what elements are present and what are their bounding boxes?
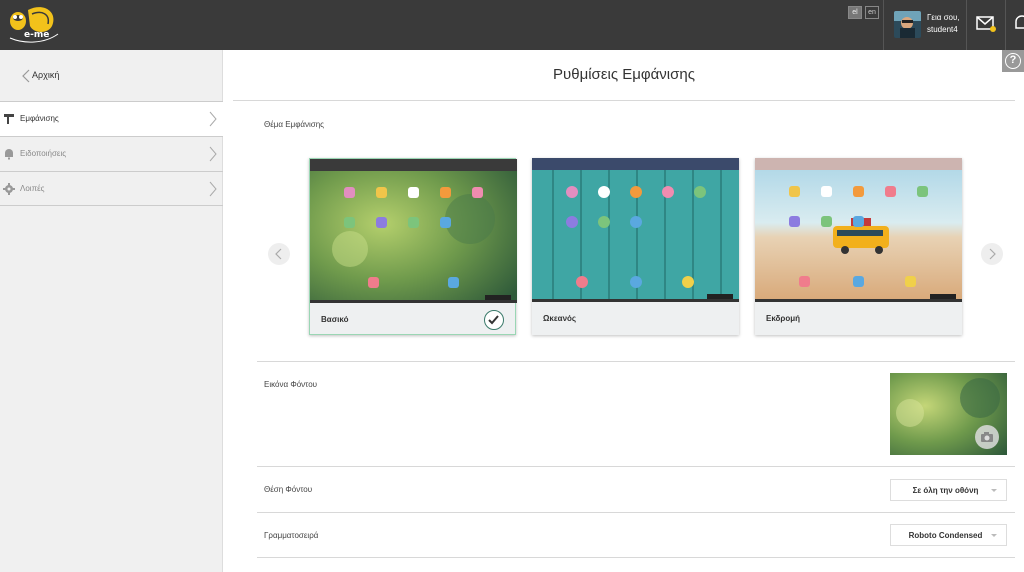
logo-text: e-me: [24, 30, 50, 40]
chevron-right-icon: [209, 181, 217, 197]
chevron-left-icon: [275, 248, 282, 260]
font-select[interactable]: Roboto Condensed: [890, 524, 1007, 546]
user-greeting[interactable]: Γεια σου, student4: [927, 12, 960, 36]
help-button[interactable]: ?: [1002, 50, 1024, 72]
chevron-right-icon: [209, 111, 217, 127]
sidebar-item-appearance[interactable]: Εμφάνισης: [0, 102, 223, 136]
help-icon: ?: [1005, 53, 1021, 69]
sidebar-item-label: Λοιπές: [20, 184, 45, 193]
theme-preview-basic: [310, 159, 517, 303]
check-icon: [484, 310, 504, 330]
language-el-button[interactable]: el: [848, 6, 862, 19]
theme-card-excursion[interactable]: Εκδρομή: [755, 158, 962, 335]
chevron-right-icon: [989, 248, 996, 260]
bell-icon[interactable]: [1014, 14, 1024, 34]
sidebar-item-label: Ειδοποιήσεις: [20, 149, 67, 158]
camera-icon[interactable]: [975, 425, 999, 449]
chevron-right-icon: [209, 146, 217, 162]
back-label: Αρχική: [32, 70, 60, 80]
chevron-down-icon: [991, 489, 997, 492]
theme-card-ocean[interactable]: Ωκεανός: [532, 158, 739, 335]
theme-card-basic[interactable]: Βασικό: [309, 158, 517, 335]
divider: [233, 100, 1015, 101]
bell-icon: [5, 149, 13, 160]
username-text: student4: [927, 25, 958, 34]
divider: [0, 205, 223, 206]
divider: [257, 557, 1015, 558]
divider: [1005, 0, 1006, 50]
font-label: Γραμματοσειρά: [264, 531, 319, 540]
theme-name: Ωκεανός: [543, 314, 577, 323]
top-bar: e-me el en Γεια σου, student4: [0, 0, 1024, 50]
divider: [257, 361, 1015, 362]
theme-name: Εκδρομή: [766, 314, 800, 323]
page-title: Ρυθμίσεις Εμφάνισης: [553, 66, 695, 83]
sidebar-item-label: Εμφάνισης: [20, 114, 59, 123]
back-to-home-button[interactable]: Αρχική: [0, 50, 223, 101]
greeting-text: Γεια σου,: [927, 13, 960, 22]
sidebar-item-notifications[interactable]: Ειδοποιήσεις: [0, 137, 223, 171]
chevron-down-icon: [991, 534, 997, 537]
gear-icon: [3, 183, 15, 195]
background-position-select[interactable]: Σε όλη την οθόνη: [890, 479, 1007, 501]
avatar[interactable]: [894, 11, 921, 38]
paint-roller-icon: [4, 114, 14, 124]
sidebar-item-other[interactable]: Λοιπές: [0, 172, 223, 206]
language-en-button[interactable]: en: [865, 6, 879, 19]
background-position-label: Θέση Φόντου: [264, 485, 313, 494]
carousel-next-button[interactable]: [981, 243, 1003, 265]
sidebar: Αρχική Εμφάνισης Ειδοποιήσεις Λοιπές: [0, 50, 223, 572]
chevron-left-icon: [22, 69, 30, 83]
mail-icon[interactable]: [976, 16, 996, 32]
theme-preview-excursion: [755, 158, 962, 302]
background-image-label: Εικόνα Φόντου: [264, 380, 318, 389]
carousel-prev-button[interactable]: [268, 243, 290, 265]
theme-section-label: Θέμα Εμφάνισης: [264, 120, 325, 129]
divider: [883, 0, 884, 50]
divider: [257, 512, 1015, 513]
divider: [257, 466, 1015, 467]
theme-name: Βασικό: [321, 315, 349, 324]
e-me-logo[interactable]: e-me: [4, 4, 62, 46]
theme-preview-ocean: [532, 158, 739, 302]
divider: [966, 0, 967, 50]
